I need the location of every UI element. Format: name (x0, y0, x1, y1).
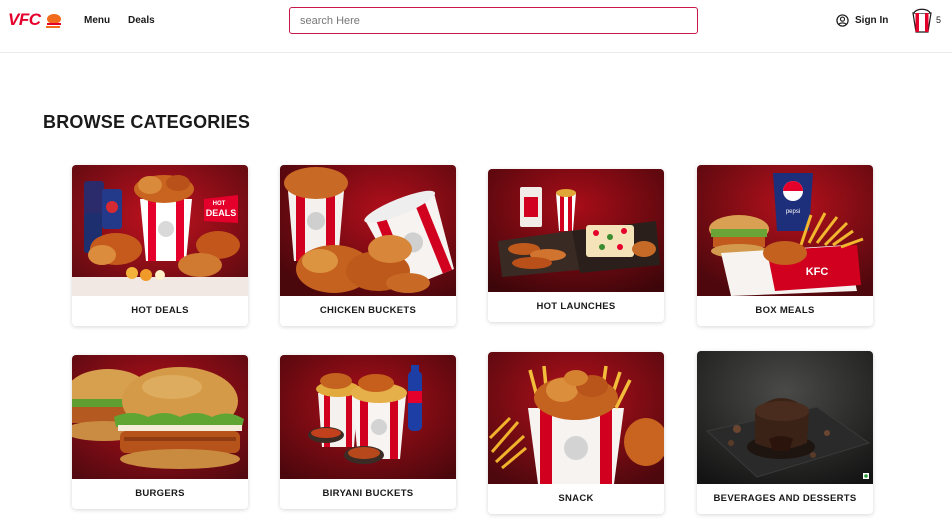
category-card-burgers[interactable]: BURGERS (72, 355, 248, 509)
sign-in-button[interactable]: Sign In (836, 14, 888, 27)
nav-menu-link[interactable]: Menu (84, 15, 110, 26)
category-label: BURGERS (135, 488, 185, 499)
burgers-image (72, 355, 248, 479)
category-card-chicken-buckets[interactable]: CHICKEN BUCKETS (280, 165, 456, 326)
search-input[interactable] (289, 7, 698, 34)
snack-image (488, 352, 664, 484)
category-label: BOX MEALS (755, 305, 815, 316)
category-label: CHICKEN BUCKETS (319, 305, 417, 316)
cart-count: 5 (936, 15, 942, 25)
bucket-cart-icon (912, 8, 932, 33)
nav-deals-link[interactable]: Deals (128, 15, 155, 26)
box-meals-image: pepsi KFC (697, 165, 873, 296)
brand-logo-text: VFC (8, 10, 41, 29)
category-label: HOT LAUNCHES (536, 301, 616, 312)
box-meals-cup-text: pepsi (786, 209, 800, 215)
category-label: BIRYANI BUCKETS (322, 488, 414, 499)
category-card-biryani-buckets[interactable]: BIRYANI BUCKETS (280, 355, 456, 509)
browse-categories-title: BROWSE CATEGORIES (43, 112, 251, 132)
chicken-buckets-image (280, 165, 456, 296)
category-card-beverages-and-desserts[interactable]: BEVERAGES AND DESSERTS (697, 351, 873, 514)
user-circle-icon (836, 14, 849, 27)
chicken-leg-logo-icon (45, 14, 61, 28)
category-label: SNACK (558, 493, 594, 504)
sign-in-label: Sign In (855, 15, 889, 26)
biryani-buckets-image (280, 355, 456, 479)
cart-button[interactable] (911, 7, 933, 38)
category-label: HOT DEALS (131, 305, 189, 316)
category-card-snack[interactable]: SNACK (488, 352, 664, 514)
hot-deals-badge-line2: DEALS (206, 208, 237, 218)
beverages-and-desserts-image (697, 351, 873, 484)
brand-logo[interactable]: VFC (8, 10, 63, 30)
category-card-hot-deals[interactable]: HOT DEALS HOT DEALS (72, 165, 248, 326)
hot-launches-image (488, 169, 664, 292)
hot-deals-badge-line1: HOT (213, 201, 226, 207)
category-label: BEVERAGES AND DESSERTS (713, 493, 857, 504)
hot-deals-image: HOT DEALS (72, 165, 248, 296)
top-header: VFC Menu Deals Sign In 5 (0, 0, 952, 53)
category-card-hot-launches[interactable]: HOT LAUNCHES (488, 169, 664, 322)
box-meals-box-text: KFC (806, 266, 829, 278)
category-card-box-meals[interactable]: pepsi KFC BOX MEALS (697, 165, 873, 326)
